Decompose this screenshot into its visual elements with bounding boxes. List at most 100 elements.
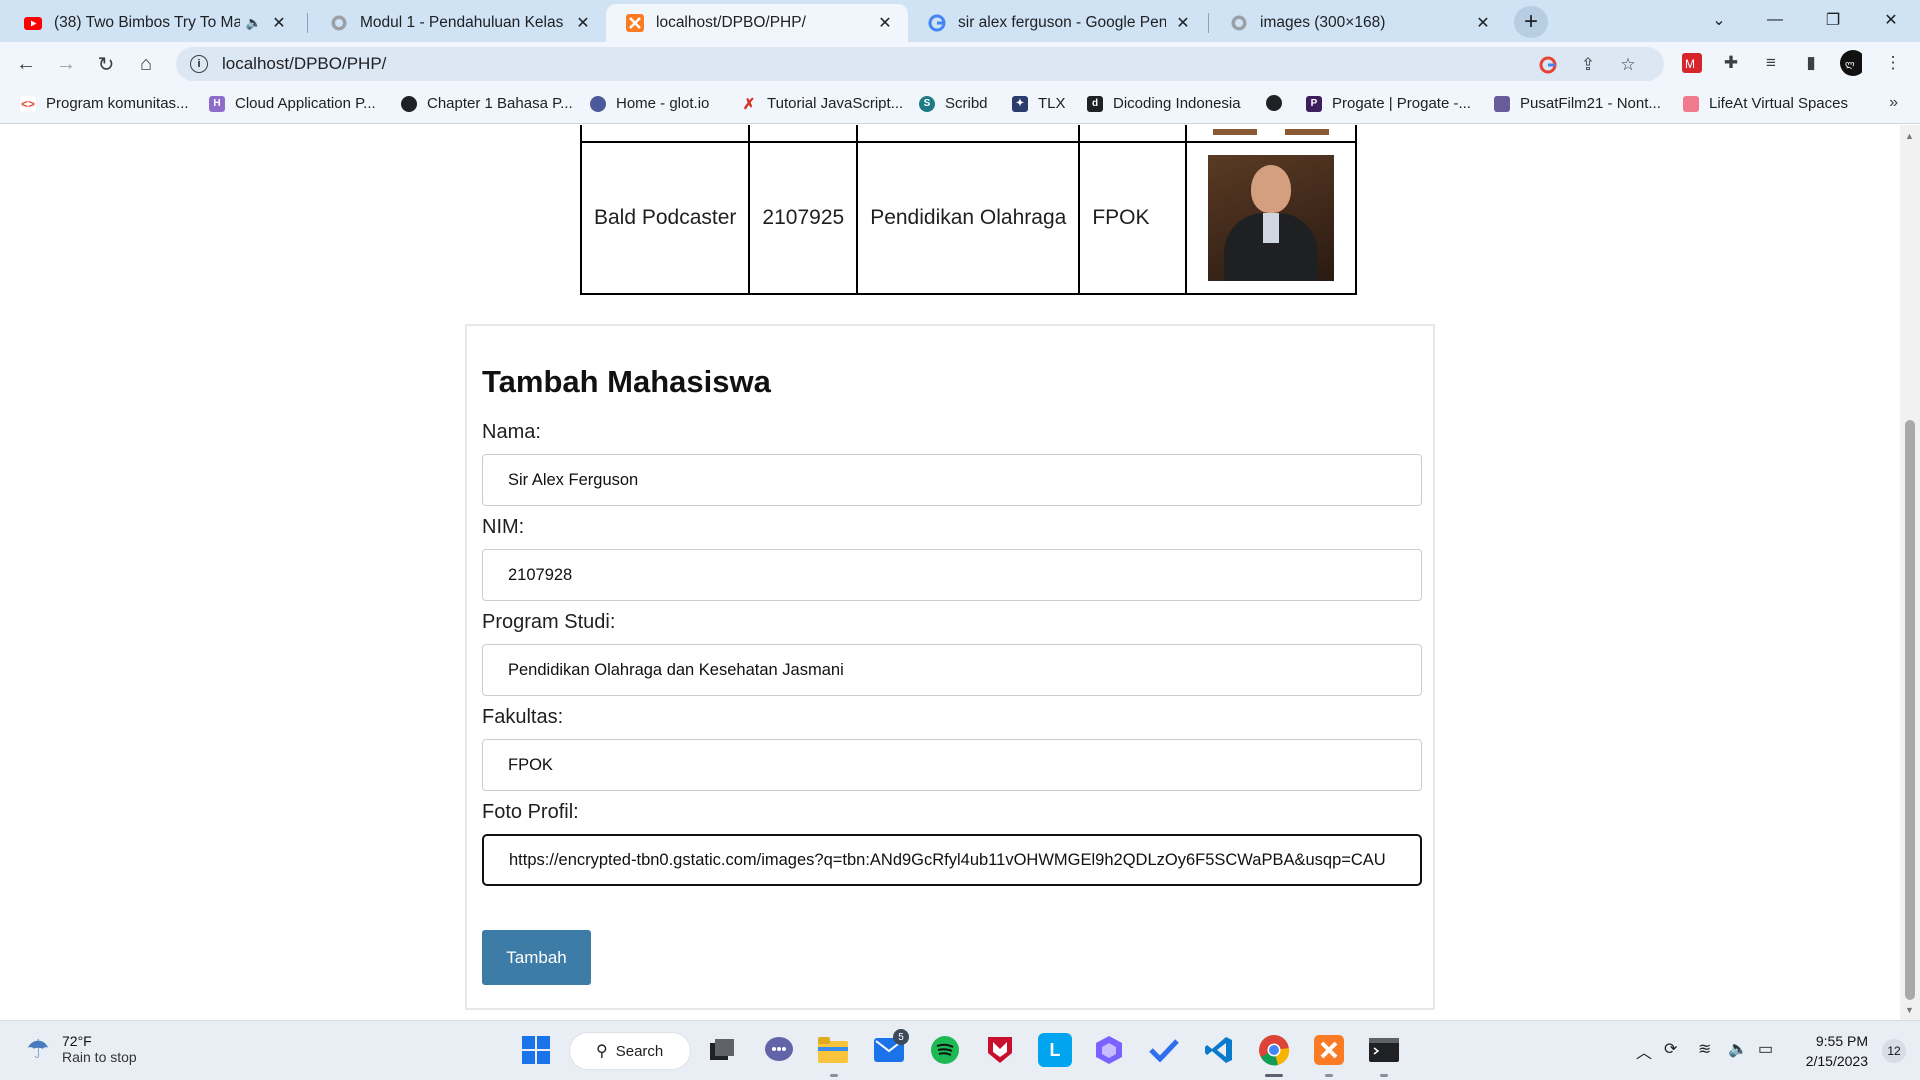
bookmark-tlx[interactable]: ✦ TLX xyxy=(1012,95,1066,112)
xampp-icon xyxy=(626,14,644,32)
volume-icon[interactable]: 🔈 xyxy=(1728,1039,1748,1059)
xampp-taskbar-icon[interactable] xyxy=(1312,1033,1346,1067)
bookmark-chapter-1[interactable]: Chapter 1 Bahasa P... xyxy=(401,95,573,112)
site-info-icon[interactable]: i xyxy=(190,55,208,73)
bookmark-program-komunitas[interactable]: <> Program komunitas... xyxy=(20,95,189,112)
more-bookmarks-icon[interactable]: » xyxy=(1889,94,1898,112)
close-tab-icon[interactable]: ✕ xyxy=(574,13,592,33)
bookmark-lifeat[interactable]: LifeAt Virtual Spaces xyxy=(1683,95,1848,112)
table-row xyxy=(579,125,1358,143)
table-cell xyxy=(1078,125,1188,143)
bookmark-globe[interactable] xyxy=(1266,95,1292,111)
bookmark-progate[interactable]: P Progate | Progate -... xyxy=(1306,95,1471,112)
running-indicator xyxy=(830,1074,838,1077)
clock-date: 2/15/2023 xyxy=(1805,1053,1868,1069)
side-panel-icon[interactable]: ▮ xyxy=(1800,52,1822,74)
bookmark-label: TLX xyxy=(1038,95,1066,112)
running-indicator xyxy=(1380,1074,1388,1077)
address-bar[interactable]: i localhost/DPBO/PHP/ ⇪ ☆ xyxy=(176,47,1664,81)
speaker-icon[interactable]: 🔈 xyxy=(246,15,262,31)
media-control-icon[interactable]: ≡ xyxy=(1760,52,1782,74)
wifi-icon[interactable]: ≋ xyxy=(1698,1039,1711,1059)
teams-chat-icon[interactable] xyxy=(762,1033,796,1067)
glot-icon xyxy=(590,95,606,112)
chrome-menu-icon[interactable]: ⋮ xyxy=(1882,52,1904,74)
home-button[interactable]: ⌂ xyxy=(132,50,160,78)
fakultas-input[interactable] xyxy=(482,739,1422,791)
clock-time: 9:55 PM xyxy=(1815,1033,1868,1049)
task-view-icon[interactable] xyxy=(705,1033,739,1067)
google-lens-icon[interactable] xyxy=(1538,55,1558,75)
bookmark-pusatfilm21[interactable]: PusatFilm21 - Nont... xyxy=(1494,95,1661,112)
sync-icon[interactable]: ⟳ xyxy=(1664,1039,1677,1059)
tab-localhost[interactable]: localhost/DPBO/PHP/ ✕ xyxy=(606,4,908,42)
tab-youtube[interactable]: (38) Two Bimbos Try To Make 🔈 ✕ xyxy=(4,4,302,42)
running-indicator xyxy=(1325,1074,1333,1077)
close-tab-icon[interactable]: ✕ xyxy=(1174,13,1192,33)
scroll-down-arrow-icon[interactable]: ▼ xyxy=(1905,1005,1914,1015)
forward-button[interactable]: → xyxy=(52,50,80,78)
bookmark-label: Dicoding Indonesia xyxy=(1113,95,1241,112)
scroll-up-arrow-icon[interactable]: ▲ xyxy=(1905,131,1914,141)
nim-input[interactable] xyxy=(482,549,1422,601)
tab-google-search[interactable]: sir alex ferguson - Google Penelu ✕ xyxy=(908,4,1206,42)
scrollbar-thumb[interactable] xyxy=(1905,420,1915,1000)
weather-desc: Rain to stop xyxy=(62,1049,137,1065)
todo-check-icon[interactable] xyxy=(1147,1033,1181,1067)
cell-prodi: Pendidikan Olahraga xyxy=(856,141,1081,295)
close-tab-icon[interactable]: ✕ xyxy=(270,13,288,33)
bookmark-cloud-application[interactable]: H Cloud Application P... xyxy=(209,95,376,112)
reload-button[interactable]: ↻ xyxy=(92,50,120,78)
back-button[interactable]: ← xyxy=(12,50,40,78)
bookmark-dicoding[interactable]: d Dicoding Indonesia xyxy=(1087,95,1241,112)
vscode-icon[interactable] xyxy=(1202,1033,1236,1067)
foto-profil-input[interactable] xyxy=(482,834,1422,886)
minimize-button[interactable]: — xyxy=(1746,0,1804,40)
mcafee-icon[interactable] xyxy=(983,1033,1017,1067)
chrome-icon[interactable] xyxy=(1257,1033,1291,1067)
extensions-puzzle-icon[interactable]: ✚ xyxy=(1720,52,1742,74)
tab-search-icon[interactable]: ⌄ xyxy=(1690,0,1748,40)
copilot-hex-icon[interactable] xyxy=(1092,1033,1126,1067)
weather-widget[interactable]: ☂ 72°F Rain to stop xyxy=(22,1033,137,1065)
file-explorer-icon[interactable] xyxy=(816,1033,850,1067)
close-tab-icon[interactable]: ✕ xyxy=(1474,13,1492,33)
windows-start-icon[interactable] xyxy=(519,1033,553,1067)
code-icon: <> xyxy=(20,95,36,112)
runner-icon: ✗ xyxy=(742,95,756,113)
tab-title: (38) Two Bimbos Try To Make xyxy=(54,14,240,31)
svg-text:M: M xyxy=(1685,57,1695,71)
close-window-button[interactable]: ✕ xyxy=(1862,0,1920,40)
tab-modul[interactable]: Modul 1 - Pendahuluan Kelas dan ✕ xyxy=(310,4,606,42)
system-clock[interactable]: 9:55 PM 2/15/2023 xyxy=(1806,1031,1868,1071)
close-tab-icon[interactable]: ✕ xyxy=(876,13,894,33)
tab-images[interactable]: images (300×168) ✕ xyxy=(1210,4,1506,42)
share-icon[interactable]: ⇪ xyxy=(1578,55,1598,75)
terminal-icon[interactable] xyxy=(1367,1033,1401,1067)
battery-icon[interactable]: ▭ xyxy=(1758,1039,1773,1059)
profile-photo xyxy=(1213,129,1258,135)
pusatfilm-icon xyxy=(1494,95,1510,112)
profile-avatar[interactable]: ლ xyxy=(1840,50,1862,76)
bookmark-tutorial-javascript[interactable]: ✗ Tutorial JavaScript... xyxy=(741,95,903,113)
tambah-button[interactable]: Tambah xyxy=(482,930,591,985)
prodi-input[interactable] xyxy=(482,644,1422,696)
l-app-icon[interactable]: L xyxy=(1038,1033,1072,1067)
url-text[interactable]: localhost/DPBO/PHP/ xyxy=(222,54,386,74)
mendeley-extension-icon[interactable]: M xyxy=(1681,52,1703,74)
bookmark-star-icon[interactable]: ☆ xyxy=(1618,55,1638,75)
tab-title: Modul 1 - Pendahuluan Kelas dan xyxy=(360,14,566,31)
nama-input[interactable] xyxy=(482,454,1422,506)
bookmark-scribd[interactable]: S Scribd xyxy=(919,95,988,112)
new-tab-button[interactable]: + xyxy=(1514,6,1548,38)
tray-overflow-chevron-icon[interactable]: ︿ xyxy=(1636,1039,1652,1063)
lifeat-icon xyxy=(1683,95,1699,112)
spotify-icon[interactable] xyxy=(928,1033,962,1067)
taskbar-search[interactable]: ⚲ Search xyxy=(569,1032,691,1070)
globe-icon xyxy=(330,14,348,32)
notification-count-badge[interactable]: 12 xyxy=(1882,1039,1906,1063)
restore-button[interactable]: ❐ xyxy=(1804,0,1862,40)
page-scrollbar[interactable]: ▲ ▼ xyxy=(1900,125,1920,1020)
tab-title: images (300×168) xyxy=(1260,14,1386,31)
bookmark-glot[interactable]: Home - glot.io xyxy=(590,95,709,112)
